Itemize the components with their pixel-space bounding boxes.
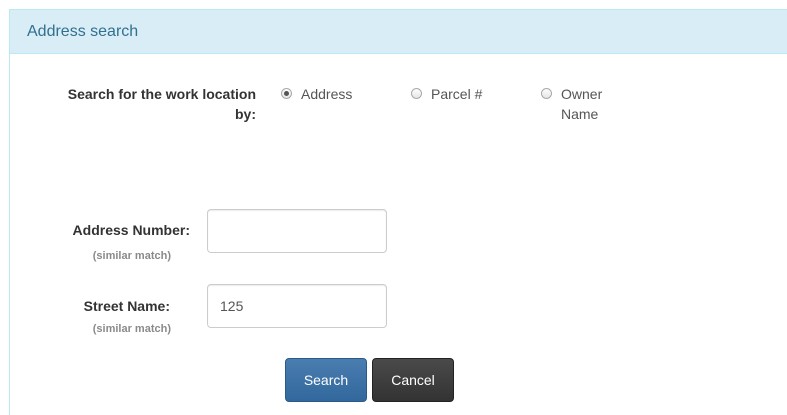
radio-parcel-indicator[interactable] xyxy=(411,88,422,99)
address-number-input[interactable] xyxy=(207,209,387,253)
address-number-hint: (similar match) xyxy=(92,250,171,262)
address-search-panel: Address search xyxy=(9,9,787,415)
radio-owner-name-label-line1: Owner xyxy=(561,86,603,102)
page: Address search Search for the work locat… xyxy=(0,0,787,415)
radio-parcel[interactable]: Parcel # xyxy=(411,84,482,104)
radio-owner-name-label: Owner Name xyxy=(561,84,602,124)
radio-address-indicator[interactable] xyxy=(281,88,292,99)
panel-title: Address search xyxy=(27,23,139,40)
address-number-label: Address Number: xyxy=(72,222,190,238)
cancel-button[interactable]: Cancel xyxy=(372,358,454,402)
radio-address-label: Address xyxy=(301,86,353,102)
search-by-label-line2: by: xyxy=(235,106,256,122)
street-name-label: Street Name: xyxy=(83,298,170,314)
radio-address[interactable]: Address xyxy=(281,84,352,104)
search-by-label-line1: Search for the work location xyxy=(67,86,256,102)
search-by-label: Search for the work location by: xyxy=(20,84,256,124)
street-name-input[interactable] xyxy=(207,284,387,328)
radio-owner-name[interactable]: Owner Name xyxy=(541,84,602,124)
panel-heading: Address search xyxy=(10,10,787,54)
search-button[interactable]: Search xyxy=(285,358,367,402)
radio-owner-name-indicator[interactable] xyxy=(541,88,552,99)
street-name-hint: (similar match) xyxy=(92,323,171,335)
radio-parcel-label: Parcel # xyxy=(431,86,483,102)
radio-owner-name-label-line2: Name xyxy=(561,106,599,122)
